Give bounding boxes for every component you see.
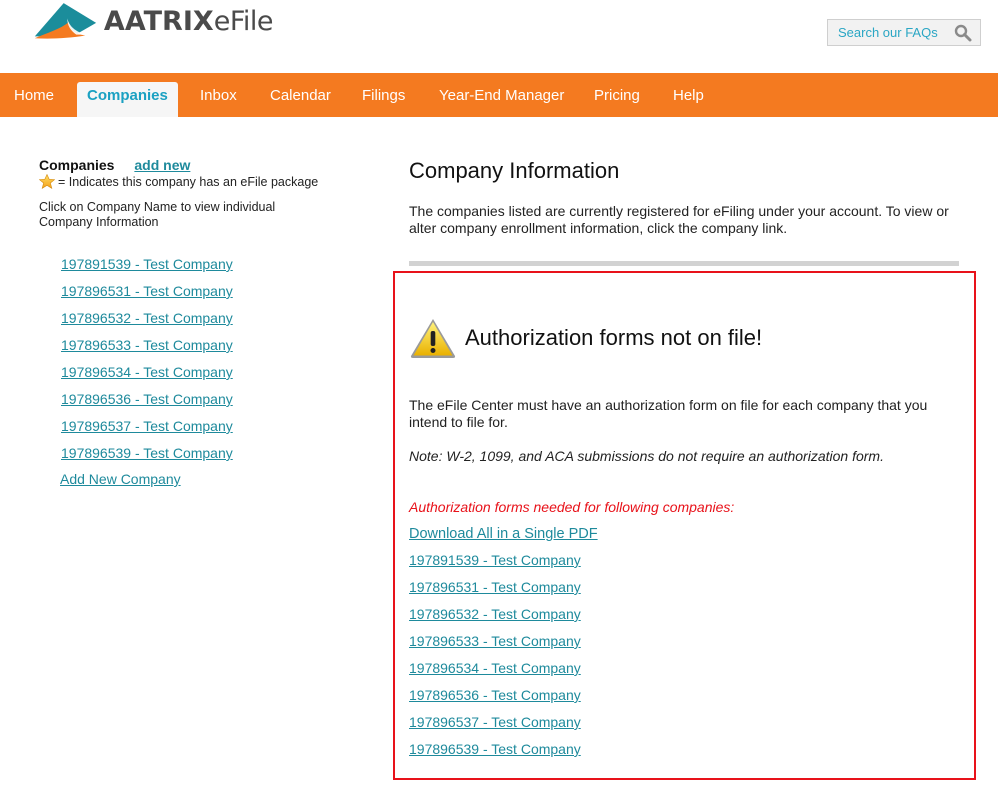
nav-help[interactable]: Help [673, 73, 704, 117]
alert-note: Note: W-2, 1099, and ACA submissions do … [409, 448, 884, 464]
efile-legend: = Indicates this company has an eFile pa… [39, 174, 359, 189]
company-link[interactable]: 197896536 - Test Company [61, 391, 233, 418]
sidebar-title: Companies [39, 157, 115, 173]
alert-header: Authorization forms not on file! [409, 317, 762, 359]
authorization-form-link[interactable]: 197891539 - Test Company [409, 552, 598, 579]
company-link[interactable]: 197891539 - Test Company [61, 256, 233, 283]
main-nav: Home Companies Inbox Calendar Filings Ye… [0, 73, 998, 117]
authorization-alert: Authorization forms not on file! The eFi… [393, 271, 976, 780]
sidebar-header: Companies add new [39, 157, 359, 173]
authorization-form-link[interactable]: 197896537 - Test Company [409, 714, 598, 741]
alert-body: The eFile Center must have an authorizat… [409, 397, 928, 430]
company-link[interactable]: 197896539 - Test Company [61, 445, 233, 472]
nav-filings[interactable]: Filings [362, 73, 405, 117]
company-link[interactable]: 197896533 - Test Company [61, 337, 233, 364]
nav-home[interactable]: Home [14, 73, 54, 117]
add-new-company-link[interactable]: Add New Company [60, 471, 233, 488]
company-information: Company Information The companies listed… [409, 158, 961, 237]
nav-calendar[interactable]: Calendar [270, 73, 331, 117]
add-new-link[interactable]: add new [134, 157, 190, 173]
page-description: The companies listed are currently regis… [409, 203, 949, 236]
forms-needed-list: Download All in a Single PDF 197891539 -… [409, 526, 598, 768]
company-link[interactable]: 197896534 - Test Company [61, 364, 233, 391]
aatrix-logo[interactable]: AATRIXeFile [33, 0, 274, 44]
companies-sidebar: Companies add new = Indicates this compa… [39, 157, 359, 487]
section-divider [409, 261, 959, 266]
star-icon [39, 174, 55, 189]
authorization-form-link[interactable]: 197896539 - Test Company [409, 741, 598, 768]
nav-pricing[interactable]: Pricing [594, 73, 640, 117]
authorization-form-link[interactable]: 197896534 - Test Company [409, 660, 598, 687]
alert-title: Authorization forms not on file! [465, 325, 763, 350]
nav-inbox[interactable]: Inbox [200, 73, 237, 117]
faq-search-input[interactable] [828, 25, 946, 40]
nav-year-end-manager[interactable]: Year-End Manager [439, 73, 564, 117]
company-link[interactable]: 197896531 - Test Company [61, 283, 233, 310]
download-all-pdf-link[interactable]: Download All in a Single PDF [409, 526, 598, 552]
warning-icon [410, 319, 456, 358]
sidebar-hint: Click on Company Name to view individual… [39, 200, 276, 229]
logo-wordmark: AATRIXeFile [103, 6, 274, 37]
magnifier-icon[interactable] [954, 24, 972, 42]
page-title: Company Information [409, 158, 620, 183]
legend-text: = Indicates this company has an eFile pa… [58, 174, 319, 189]
authorization-form-link[interactable]: 197896533 - Test Company [409, 633, 598, 660]
forms-needed-label: Authorization forms needed for following… [409, 499, 735, 515]
authorization-form-link[interactable]: 197896531 - Test Company [409, 579, 598, 606]
faq-search[interactable] [827, 19, 981, 46]
authorization-form-link[interactable]: 197896532 - Test Company [409, 606, 598, 633]
nav-companies[interactable]: Companies [77, 82, 178, 117]
company-link[interactable]: 197896532 - Test Company [61, 310, 233, 337]
authorization-form-link[interactable]: 197896536 - Test Company [409, 687, 598, 714]
logo-mark-icon [34, 3, 97, 39]
company-list: 197891539 - Test Company 197896531 - Tes… [60, 256, 233, 488]
company-link[interactable]: 197896537 - Test Company [61, 418, 233, 445]
